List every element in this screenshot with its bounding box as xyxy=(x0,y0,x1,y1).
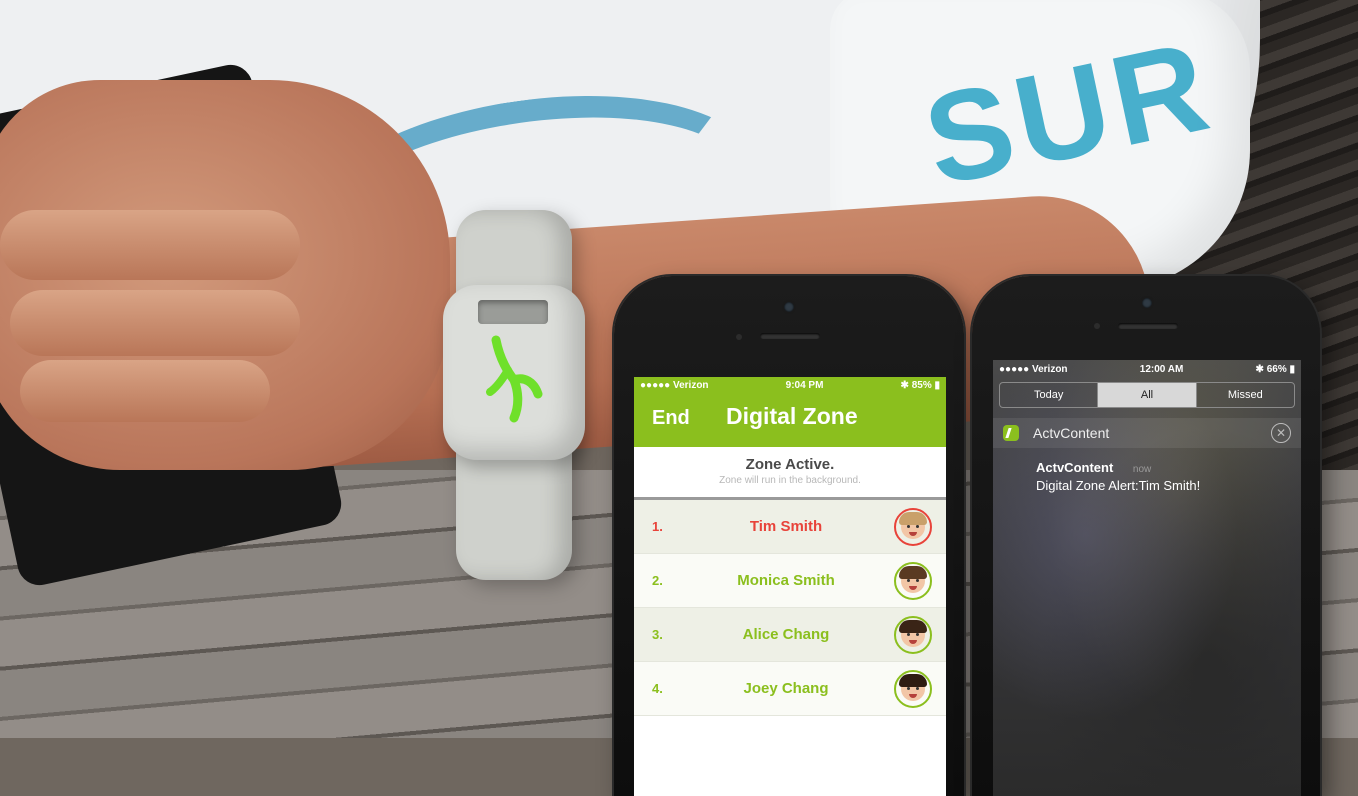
wristband-slot xyxy=(478,300,548,324)
front-camera xyxy=(1142,298,1152,308)
finger xyxy=(0,210,300,280)
list-item[interactable]: 4. Joey Chang xyxy=(634,662,946,716)
end-button[interactable]: End xyxy=(652,407,690,430)
kid-name: Alice Chang xyxy=(742,626,830,643)
row-number: 4. xyxy=(652,681,663,696)
finger xyxy=(10,290,300,356)
front-camera xyxy=(784,302,794,312)
digital-zone-screen: ●●●●● Verizon 9:04 PM ✱ 85% ▮ End Digita… xyxy=(634,377,946,796)
tab-missed[interactable]: Missed xyxy=(1197,383,1294,407)
row-number: 1. xyxy=(652,519,663,534)
wristband-logo-icon xyxy=(486,335,543,423)
boy-avatar-icon xyxy=(894,507,932,546)
phone-notification-center: ●●●●● Verizon 12:00 AM ✱ 66% ▮ Today All… xyxy=(972,276,1320,796)
notification-center-screen: ●●●●● Verizon 12:00 AM ✱ 66% ▮ Today All… xyxy=(993,360,1301,796)
list-item[interactable]: 2. Monica Smith xyxy=(634,554,946,608)
notification-tabs: Today All Missed xyxy=(999,382,1295,408)
kids-list: 1. Tim Smith 2. Monica Smith 3. Alice Ch… xyxy=(634,500,946,716)
close-icon[interactable]: ✕ xyxy=(1271,423,1291,443)
notification-app-name: ActvContent xyxy=(1033,425,1110,441)
clock-label: 12:00 AM xyxy=(1139,363,1184,375)
row-number: 3. xyxy=(652,627,663,642)
battery-label: ✱ 66% ▮ xyxy=(1255,363,1295,375)
proximity-sensor xyxy=(1094,323,1100,329)
page-title: Digital Zone xyxy=(726,403,858,429)
status-bar: ●●●●● Verizon 9:04 PM ✱ 85% ▮ xyxy=(634,377,946,393)
notification-sender: ActvContent xyxy=(1036,460,1114,475)
carrier-label: ●●●●● Verizon xyxy=(640,379,709,391)
girl-avatar-icon xyxy=(894,615,932,654)
carrier-label: ●●●●● Verizon xyxy=(999,363,1068,375)
kid-name: Tim Smith xyxy=(749,518,823,535)
list-item[interactable]: 1. Tim Smith xyxy=(634,500,946,554)
nav-bar: End Digital Zone xyxy=(634,393,946,447)
proximity-sensor xyxy=(736,334,742,340)
notification-item[interactable]: ActvContent now Digital Zone Alert:Tim S… xyxy=(993,448,1301,493)
kid-name: Monica Smith xyxy=(737,572,835,589)
finger xyxy=(20,360,270,422)
phone-digital-zone: ●●●●● Verizon 9:04 PM ✱ 85% ▮ End Digita… xyxy=(614,276,964,796)
tab-today[interactable]: Today xyxy=(1000,383,1099,407)
clock-label: 9:04 PM xyxy=(785,379,824,391)
row-number: 2. xyxy=(652,573,663,588)
boy-avatar-icon xyxy=(894,669,932,708)
earpiece-speaker xyxy=(1118,323,1178,329)
zone-status-subtitle: Zone will run in the background. xyxy=(719,475,861,486)
status-bar: ●●●●● Verizon 12:00 AM ✱ 66% ▮ xyxy=(993,360,1301,378)
earpiece-speaker xyxy=(760,333,820,339)
list-item[interactable]: 3. Alice Chang xyxy=(634,608,946,662)
notification-message: Digital Zone Alert:Tim Smith! xyxy=(1036,478,1201,493)
notification-time: now xyxy=(1132,464,1152,475)
battery-label: ✱ 85% ▮ xyxy=(900,379,940,391)
girl-avatar-icon xyxy=(894,561,932,600)
zone-status-title: Zone Active. xyxy=(745,456,835,473)
zone-status-panel: Zone Active. Zone will run in the backgr… xyxy=(634,447,946,500)
kid-name: Joey Chang xyxy=(743,680,829,697)
tab-all[interactable]: All xyxy=(1098,383,1197,407)
notification-group-header: ActvContent ✕ xyxy=(993,418,1301,448)
app-icon xyxy=(1003,425,1019,441)
